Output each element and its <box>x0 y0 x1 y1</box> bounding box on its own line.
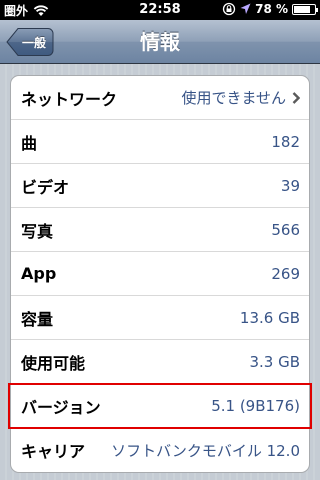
row-value: 269 <box>271 264 300 283</box>
battery-icon <box>292 3 318 15</box>
row-available: 使用可能 3.3 GB <box>11 340 309 384</box>
row-value: ソフトバンクモバイル 12.0 <box>111 441 300 460</box>
row-label: キャリア <box>21 442 86 461</box>
row-value: 39 <box>280 176 300 195</box>
row-label: 使用可能 <box>21 353 86 373</box>
row-value: 182 <box>271 132 300 151</box>
row-label: ネットワーク <box>21 89 118 109</box>
row-capacity: 容量 13.6 GB <box>11 296 309 340</box>
row-value-text: 使用できません <box>181 89 286 107</box>
row-value: 566 <box>271 220 300 239</box>
row-label: バージョン <box>21 397 101 417</box>
row-value: 5.1 (9B176) <box>211 396 300 415</box>
row-value: 13.6 GB <box>239 308 300 327</box>
back-button[interactable]: 一般 <box>6 27 54 57</box>
back-button-label: 一般 <box>22 35 47 50</box>
row-songs: 曲 182 <box>11 120 309 164</box>
row-label: 曲 <box>21 133 38 153</box>
status-bar: 圏外 22:58 78 % <box>0 0 320 20</box>
navigation-bar: 情報 一般 <box>0 20 320 64</box>
info-table: ネットワーク 使用できません 曲 182 ビデオ 39 写真 566 App 2… <box>10 75 310 473</box>
row-label: 容量 <box>21 309 54 329</box>
rotation-lock-icon <box>222 2 236 16</box>
row-value: 使用できません <box>181 87 300 108</box>
row-photos: 写真 566 <box>11 208 309 252</box>
row-network[interactable]: ネットワーク 使用できません <box>11 76 309 120</box>
battery-level <box>294 5 310 13</box>
row-label: 写真 <box>21 221 54 241</box>
row-apps: App 269 <box>11 252 309 296</box>
row-version: バージョン 5.1 (9B176) <box>11 384 309 428</box>
row-videos: ビデオ 39 <box>11 164 309 208</box>
row-label: ビデオ <box>21 177 70 197</box>
chevron-right-icon <box>292 91 300 104</box>
location-icon <box>240 3 251 15</box>
battery-percent: 78 % <box>255 2 288 16</box>
row-carrier: キャリア ソフトバンクモバイル 12.0 <box>11 428 309 472</box>
row-label: App <box>21 264 57 283</box>
row-value: 3.3 GB <box>249 352 300 371</box>
